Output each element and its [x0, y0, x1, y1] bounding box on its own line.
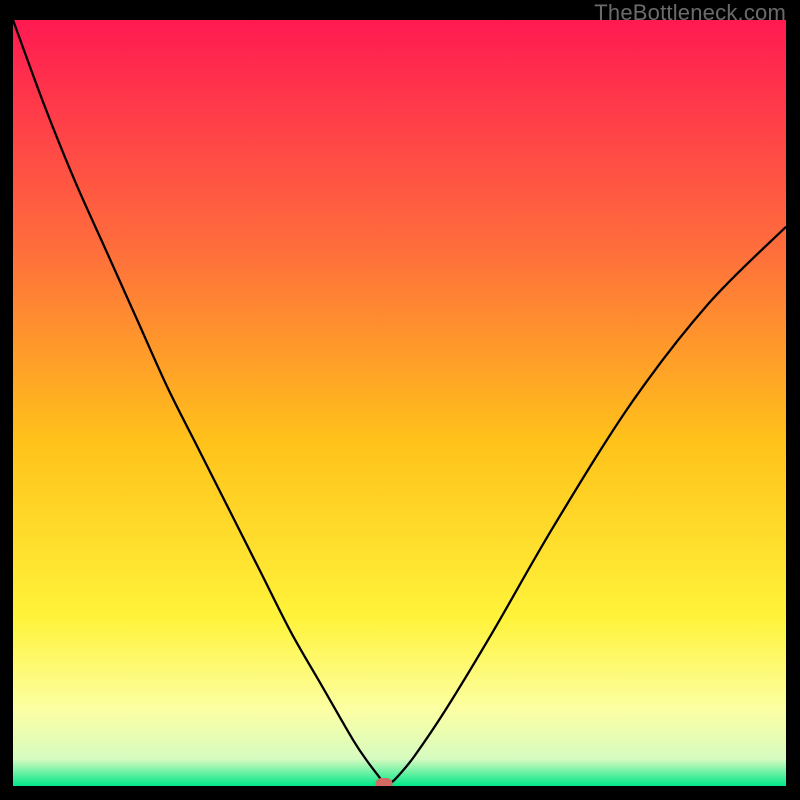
bottleneck-chart: [13, 20, 786, 786]
chart-frame: [13, 20, 786, 786]
optimal-point-marker: [376, 778, 393, 786]
watermark-text: TheBottleneck.com: [594, 0, 786, 26]
chart-background: [13, 20, 786, 786]
